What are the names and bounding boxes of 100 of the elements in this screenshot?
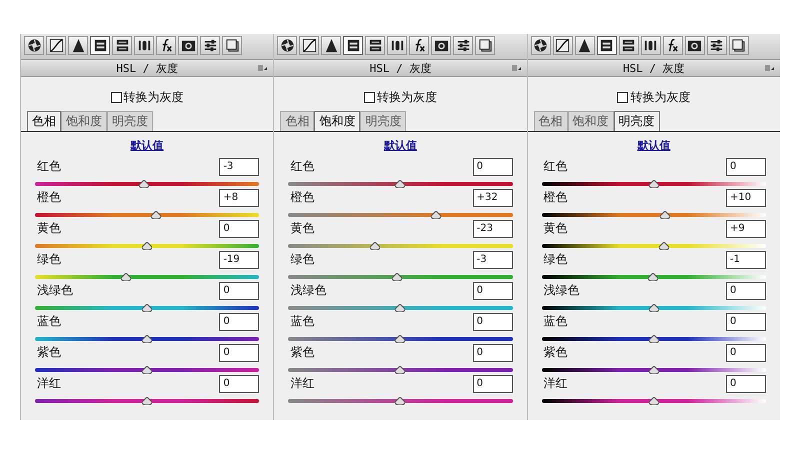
slider-thumb[interactable]: [395, 180, 406, 188]
lens-tool-button[interactable]: [134, 36, 154, 55]
aperture-tool-button[interactable]: [530, 36, 551, 55]
value-field[interactable]: +9: [726, 220, 766, 238]
slider-track[interactable]: [35, 399, 260, 403]
value-field[interactable]: 0: [472, 282, 513, 300]
slider-track[interactable]: [542, 337, 766, 341]
tab[interactable]: 饱和度: [314, 111, 360, 131]
value-field[interactable]: -3: [472, 250, 513, 268]
fx-tool-button[interactable]: [662, 36, 683, 55]
slider-thumb[interactable]: [648, 304, 659, 312]
menu-icon[interactable]: [764, 65, 774, 71]
slider-track[interactable]: [288, 213, 513, 217]
slider-track[interactable]: [35, 368, 260, 372]
camera-tool-button[interactable]: [178, 36, 198, 55]
slider-thumb[interactable]: [648, 273, 658, 281]
value-field[interactable]: 0: [726, 312, 766, 330]
slider-track[interactable]: [35, 337, 260, 341]
slider-thumb[interactable]: [392, 273, 402, 281]
checkbox[interactable]: [364, 92, 375, 102]
default-link[interactable]: 默认值: [637, 138, 670, 153]
lens-tool-button[interactable]: [387, 36, 408, 55]
camera-tool-button[interactable]: [431, 36, 452, 55]
slider-thumb[interactable]: [648, 180, 659, 188]
slider-track[interactable]: [542, 182, 766, 186]
tab[interactable]: 饱和度: [61, 111, 107, 131]
value-field[interactable]: -1: [726, 250, 766, 268]
hsl-tool-button[interactable]: [343, 36, 364, 55]
sliders-tool-button[interactable]: [200, 36, 220, 55]
slider-track[interactable]: [542, 306, 766, 310]
triangle-tool-button[interactable]: [68, 36, 88, 55]
menu-icon[interactable]: [512, 65, 521, 71]
slider-track[interactable]: [35, 275, 260, 279]
value-field[interactable]: +10: [726, 188, 766, 206]
slider-track[interactable]: [288, 306, 513, 310]
value-field[interactable]: 0: [472, 344, 513, 362]
slider-track[interactable]: [288, 368, 513, 372]
slider-thumb[interactable]: [658, 242, 669, 250]
slider-track[interactable]: [542, 244, 766, 248]
value-field[interactable]: 0: [472, 374, 513, 392]
tab[interactable]: 明亮度: [107, 111, 153, 131]
slider-thumb[interactable]: [142, 366, 152, 374]
slider-track[interactable]: [542, 213, 766, 217]
default-link[interactable]: 默认值: [384, 138, 417, 153]
slider-track[interactable]: [542, 399, 766, 403]
default-link[interactable]: 默认值: [130, 138, 164, 153]
slider-track[interactable]: [35, 244, 260, 248]
value-field[interactable]: -19: [219, 250, 260, 268]
tab[interactable]: 明亮度: [360, 111, 406, 131]
presets-tool-button[interactable]: [475, 36, 496, 55]
menu-icon[interactable]: [258, 65, 268, 71]
split-tool-button[interactable]: [365, 36, 386, 55]
sliders-tool-button[interactable]: [706, 36, 727, 55]
slider-track[interactable]: [35, 213, 260, 217]
tab[interactable]: 饱和度: [568, 111, 614, 131]
triangle-tool-button[interactable]: [321, 36, 342, 55]
value-field[interactable]: +32: [472, 188, 513, 206]
slider-thumb[interactable]: [370, 242, 380, 250]
value-field[interactable]: 0: [219, 312, 260, 330]
value-field[interactable]: 0: [219, 344, 260, 362]
camera-tool-button[interactable]: [684, 36, 705, 55]
slider-track[interactable]: [288, 182, 513, 186]
value-field[interactable]: 0: [726, 158, 766, 176]
tab[interactable]: 色相: [27, 111, 61, 131]
curve-tool-button[interactable]: [552, 36, 573, 55]
value-field[interactable]: 0: [219, 220, 260, 238]
slider-thumb[interactable]: [395, 304, 406, 312]
slider-thumb[interactable]: [142, 242, 152, 250]
value-field[interactable]: 0: [219, 282, 260, 300]
curve-tool-button[interactable]: [299, 36, 320, 55]
value-field[interactable]: -23: [472, 220, 513, 238]
slider-track[interactable]: [35, 306, 260, 310]
lens-tool-button[interactable]: [640, 36, 661, 55]
hsl-tool-button[interactable]: [90, 36, 110, 55]
slider-thumb[interactable]: [395, 366, 406, 374]
triangle-tool-button[interactable]: [574, 36, 595, 55]
sliders-tool-button[interactable]: [453, 36, 474, 55]
tab[interactable]: 明亮度: [614, 111, 660, 131]
presets-tool-button[interactable]: [728, 36, 749, 55]
slider-thumb[interactable]: [431, 211, 442, 219]
hsl-tool-button[interactable]: [596, 36, 617, 55]
slider-thumb[interactable]: [151, 211, 162, 219]
slider-track[interactable]: [288, 244, 513, 248]
fx-tool-button[interactable]: [409, 36, 430, 55]
tab[interactable]: 色相: [280, 111, 314, 131]
slider-track[interactable]: [288, 337, 513, 341]
slider-track[interactable]: [288, 275, 513, 279]
slider-thumb[interactable]: [142, 335, 152, 343]
slider-thumb[interactable]: [648, 366, 659, 374]
curve-tool-button[interactable]: [46, 36, 66, 55]
slider-thumb[interactable]: [142, 397, 152, 405]
slider-thumb[interactable]: [142, 304, 152, 312]
tab[interactable]: 色相: [534, 111, 568, 131]
value-field[interactable]: 0: [726, 282, 766, 300]
slider-thumb[interactable]: [395, 397, 406, 405]
presets-tool-button[interactable]: [222, 36, 242, 55]
fx-tool-button[interactable]: [156, 36, 176, 55]
value-field[interactable]: 0: [219, 374, 260, 392]
value-field[interactable]: +8: [219, 188, 260, 206]
slider-thumb[interactable]: [660, 211, 670, 219]
